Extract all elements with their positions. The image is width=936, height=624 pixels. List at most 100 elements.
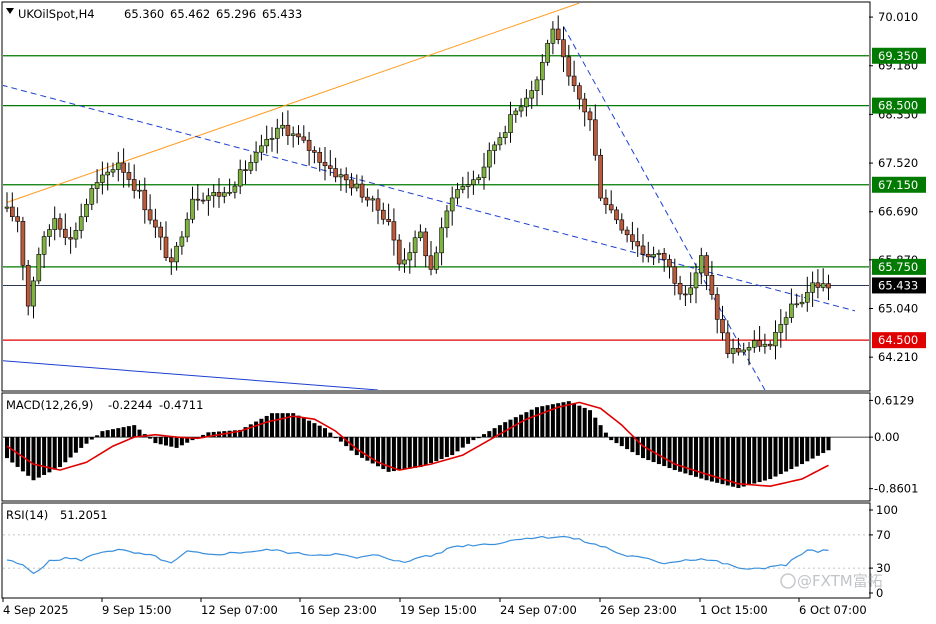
macd-bar	[153, 437, 158, 444]
price-tick-label: 66.690	[878, 205, 918, 219]
candle-bull	[94, 182, 100, 189]
candle-bear	[640, 245, 646, 255]
candle-bull	[248, 162, 254, 171]
macd-bar	[535, 407, 539, 438]
macd-bar	[434, 437, 439, 462]
candle-bear	[624, 229, 630, 236]
macd-bar	[715, 437, 720, 483]
candle-bear	[169, 257, 174, 263]
candle-bull	[730, 348, 736, 354]
candle-bull	[656, 252, 662, 255]
candle-bear	[566, 56, 572, 77]
macd-bar	[476, 437, 481, 439]
candle-bull	[688, 287, 694, 295]
candle-bull	[36, 253, 42, 282]
rsi-tick-label: 70	[876, 528, 891, 542]
macd-bar	[407, 437, 412, 469]
macd-bar	[455, 437, 460, 452]
time-tick-label: 6 Oct 07:00	[799, 603, 867, 617]
candle-bull	[783, 317, 789, 325]
candle-bull	[513, 110, 519, 115]
candle-bear	[555, 28, 561, 41]
candle-bear	[645, 253, 651, 258]
candle-bull	[746, 347, 752, 351]
candle-bull	[741, 349, 747, 353]
time-tick-label: 19 Sep 15:00	[400, 603, 477, 617]
candle-bull	[439, 227, 444, 254]
candle-bull	[274, 127, 280, 139]
candle-bull	[338, 174, 344, 178]
candle-bear	[285, 124, 291, 136]
macd-bar	[773, 437, 778, 477]
macd-bar	[42, 437, 47, 475]
macd-bar	[720, 437, 725, 485]
macd-bar	[31, 437, 36, 481]
macd-bar	[588, 410, 592, 438]
rsi-panel[interactable]	[1, 502, 871, 599]
macd-bar	[540, 406, 545, 438]
candle-bull	[449, 197, 455, 212]
candle-bull	[110, 169, 116, 173]
candle-bull	[211, 192, 216, 197]
ohlc-low: 65.296	[216, 7, 256, 21]
macd-bar	[100, 431, 105, 438]
macd-tick-label: -0.8601	[874, 482, 918, 496]
macd-bar	[593, 417, 598, 438]
candle-bear	[619, 219, 625, 231]
level-tag-label: 69.350	[878, 49, 918, 63]
candle-bear	[153, 219, 158, 228]
candle-bear	[725, 332, 731, 354]
candle-bull	[418, 231, 423, 239]
candle-bull	[502, 132, 508, 138]
macd-bar	[169, 437, 174, 447]
watermark-text: @FXTM富拓	[797, 572, 883, 590]
candle-bull	[232, 185, 238, 193]
macd-bar	[84, 437, 89, 444]
macd-bar	[784, 437, 789, 472]
macd-bar	[126, 426, 131, 438]
macd-bar	[26, 437, 31, 476]
macd-bar	[73, 437, 78, 453]
macd-bar	[68, 437, 73, 458]
candle-bear	[131, 179, 137, 191]
macd-bar	[577, 405, 582, 438]
candle-bear	[587, 111, 593, 121]
candle-bear	[317, 152, 323, 163]
candle-bear	[561, 39, 566, 58]
candle-bear	[142, 189, 148, 211]
macd-bar	[58, 437, 62, 468]
candle-bear	[386, 218, 391, 222]
candle-bear	[10, 206, 15, 217]
time-tick-label: 12 Sep 07:00	[201, 603, 278, 617]
macd-bar	[662, 437, 667, 467]
candle-bear	[296, 133, 301, 138]
candle-bear	[68, 237, 73, 240]
time-tick-label: 1 Oct 15:00	[700, 603, 768, 617]
macd-bar	[275, 413, 280, 438]
macd-bar	[572, 403, 577, 438]
price-tick-label: 70.010	[878, 10, 918, 24]
candle-bull	[84, 203, 89, 218]
candle-bull	[290, 133, 296, 136]
macd-bar	[158, 437, 163, 445]
chart-area[interactable]: 70.01069.18068.35067.52066.69065.87065.0…	[0, 0, 936, 624]
macd-bar	[439, 437, 444, 460]
macd-bar	[301, 418, 306, 438]
level-tag-label: 65.750	[878, 260, 918, 274]
macd-bar	[656, 437, 661, 465]
price-panel[interactable]	[1, 1, 871, 392]
macd-bar	[757, 437, 762, 483]
candle-bull	[137, 189, 142, 192]
candle-bear	[327, 165, 333, 169]
candle-bear	[714, 294, 720, 320]
candle-bear	[301, 136, 307, 141]
candle-bear	[147, 209, 153, 221]
candle-bear	[704, 255, 709, 276]
candle-bull	[73, 230, 79, 240]
macd-bar	[63, 437, 68, 463]
candle-bull	[227, 191, 232, 194]
macd-bar	[566, 401, 571, 438]
candle-bear	[630, 234, 635, 242]
candle-bull	[444, 210, 450, 229]
macd-bar	[805, 437, 810, 462]
